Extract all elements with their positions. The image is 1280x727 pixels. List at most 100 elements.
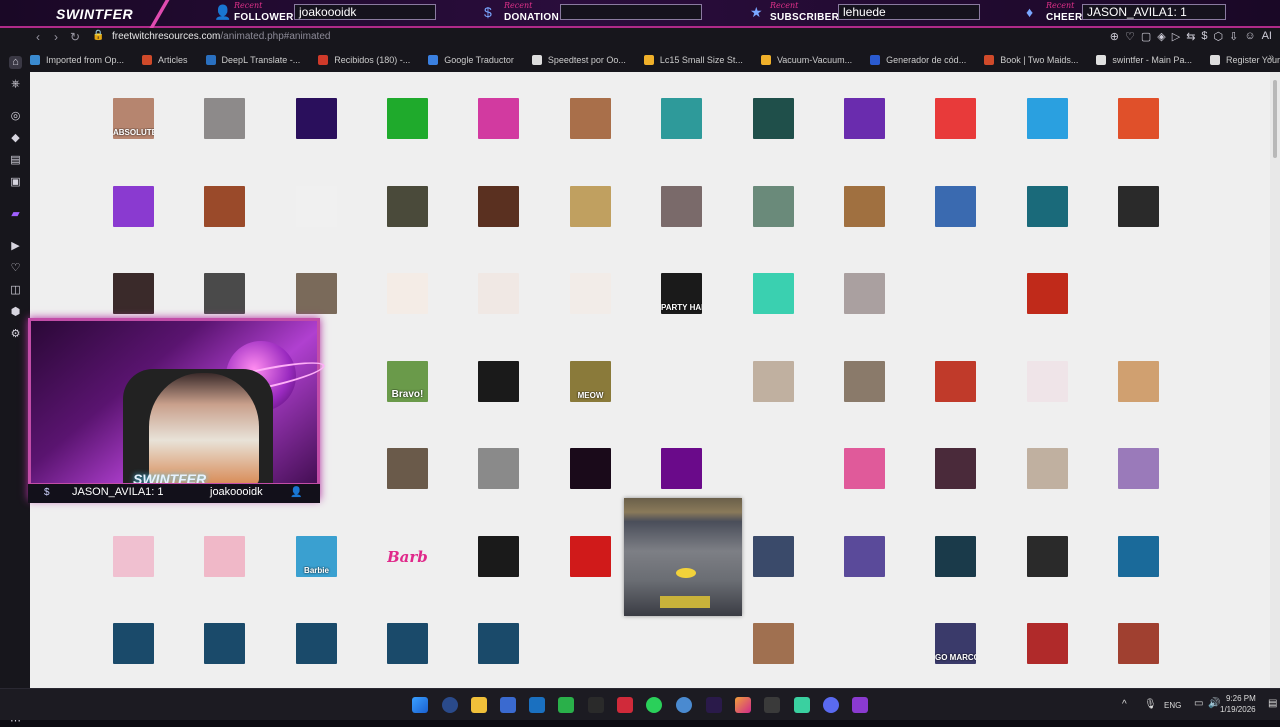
gif-animal-muppet[interactable] (1027, 273, 1068, 314)
gif-man-shout[interactable] (204, 186, 245, 227)
gif-woman-scream[interactable] (844, 361, 885, 402)
bookmark-icon[interactable]: ♡ (1125, 30, 1135, 43)
gif-batman-dark[interactable] (478, 536, 519, 577)
address-bar[interactable]: freetwitchresources.com/animated.php#ani… (112, 31, 330, 42)
home-icon[interactable]: ⌂ (9, 56, 22, 69)
gif-neo-5[interactable] (478, 623, 519, 664)
monitor-icon[interactable]: ▭ (1194, 698, 1203, 709)
gif-octopus[interactable] (1027, 186, 1068, 227)
gif-alf[interactable] (844, 186, 885, 227)
gif-green-spiral[interactable] (661, 98, 702, 139)
gif-batman-blue[interactable] (1118, 536, 1159, 577)
gif-laughing-bw[interactable] (1118, 186, 1159, 227)
bookmark-item[interactable]: Generador de cód... (870, 55, 966, 65)
gif-marilyn[interactable] (753, 273, 794, 314)
language-indicator[interactable]: ENG (1164, 701, 1181, 710)
gif-batman-70s[interactable] (753, 536, 794, 577)
gif-red-guy[interactable] (1027, 623, 1068, 664)
gif-man-dance[interactable] (296, 273, 337, 314)
clock-date[interactable]: 1/19/2026 (1220, 705, 1256, 714)
instagram-icon[interactable] (735, 697, 751, 713)
bookmark-item[interactable]: Vacuum-Vacuum... (760, 55, 852, 65)
twitter-icon[interactable]: ◆ (9, 132, 22, 145)
file-explorer-icon[interactable] (471, 697, 487, 713)
bookmark-item[interactable]: Articles (142, 55, 188, 65)
clock-time[interactable]: 9:26 PM (1226, 694, 1256, 703)
twitch-icon[interactable]: ▰ (9, 208, 22, 221)
gif-genie[interactable] (935, 186, 976, 227)
gif-neon-text[interactable] (570, 448, 611, 489)
bookmark-item[interactable]: Speedtest por Oo... (531, 55, 626, 65)
gif-fur-coat[interactable] (1027, 448, 1068, 489)
gif-lizard-3[interactable] (753, 623, 794, 664)
gif-purple-orb[interactable] (661, 448, 702, 489)
scrollbar-thumb[interactable] (1273, 80, 1277, 158)
gif-red-hair[interactable] (935, 361, 976, 402)
gif-kid-dance[interactable] (1118, 361, 1159, 402)
bookmark-item[interactable]: Book | Two Maids... (984, 55, 1078, 65)
gif-turtle[interactable] (844, 623, 885, 664)
microphone-icon[interactable]: 🎙 (1144, 699, 1157, 710)
gif-neo-1[interactable] (113, 623, 154, 664)
gif-woman-blonde[interactable] (844, 273, 885, 314)
gif-man-glasses[interactable] (204, 98, 245, 139)
gif-man-surprised[interactable] (1118, 623, 1159, 664)
gif-pink-mandala[interactable] (478, 98, 519, 139)
gif-woman-hair[interactable] (387, 273, 428, 314)
gif-barbie-1[interactable] (113, 536, 154, 577)
gif-woman-hands[interactable] (478, 273, 519, 314)
gif-absolutely[interactable]: ABSOLUTELY (113, 98, 154, 139)
discord-icon[interactable] (823, 697, 839, 713)
gif-avril[interactable] (753, 361, 794, 402)
gif-barbie-logo-blue[interactable]: Barbie (296, 536, 337, 577)
extensions-side-icon[interactable]: ⬢ (9, 306, 22, 319)
gif-purple-burst[interactable] (844, 98, 885, 139)
zoom-icon[interactable]: ⊕ (1110, 30, 1119, 43)
gx-control-icon[interactable]: ◎ (9, 110, 22, 123)
gamepad-icon[interactable]: ⎈ (9, 78, 22, 91)
page-scrollbar[interactable] (1270, 72, 1280, 688)
gif-arthur[interactable] (661, 361, 702, 402)
gif-barbie-2[interactable] (204, 536, 245, 577)
bookmark-item[interactable]: swintfer - Main Pa... (1096, 55, 1192, 65)
player-icon[interactable]: ▷ (1172, 30, 1180, 43)
profile-icon[interactable]: ☺ (1244, 30, 1255, 43)
obs-icon[interactable] (764, 697, 780, 713)
gif-lizard-2[interactable] (661, 623, 702, 664)
favorites-icon[interactable]: ♡ (9, 262, 22, 275)
gif-purple-crystals[interactable] (113, 186, 154, 227)
gif-pink-party[interactable] (844, 448, 885, 489)
gif-neo-2[interactable] (204, 623, 245, 664)
gif-woman-wave[interactable] (1027, 361, 1068, 402)
news-icon[interactable]: ▤ (9, 154, 22, 167)
back-icon[interactable]: ‹ (36, 30, 40, 44)
excel-icon[interactable] (558, 697, 574, 713)
app-icon[interactable] (794, 697, 810, 713)
bookmark-item[interactable]: Google Traductor (428, 55, 514, 65)
store-icon[interactable] (500, 697, 516, 713)
bookmarks-more-icon[interactable]: » (1268, 52, 1274, 63)
gif-brown-mandala[interactable] (570, 98, 611, 139)
gif-cat-bravo[interactable]: Bravo! (387, 361, 428, 402)
gif-man-suit[interactable] (204, 273, 245, 314)
bookmark-item[interactable]: Imported from Op... (30, 55, 124, 65)
gif-man-portrait[interactable] (113, 273, 154, 314)
notifications-icon[interactable]: ▤ (1268, 698, 1277, 709)
gif-orange-tunnel[interactable] (1118, 98, 1159, 139)
gif-rainbow-rings[interactable] (935, 98, 976, 139)
gif-old-lady[interactable] (387, 448, 428, 489)
gif-batman-purple[interactable] (844, 536, 885, 577)
gif-batman-red[interactable] (570, 536, 611, 577)
gif-woman-blue[interactable] (1118, 448, 1159, 489)
gif-old-man-hat[interactable] (387, 186, 428, 227)
gif-woman-smile[interactable] (753, 186, 794, 227)
wallet-icon[interactable]: $ (1201, 30, 1207, 43)
browser-icon[interactable] (676, 697, 692, 713)
download-icon[interactable]: ⇩ (1229, 30, 1238, 43)
capcut-icon[interactable] (588, 697, 604, 713)
bookmark-item[interactable]: Recibidos (180) -... (318, 55, 410, 65)
gif-dark-spiral[interactable] (753, 98, 794, 139)
search-icon[interactable] (442, 697, 458, 713)
gif-curly-hair[interactable] (935, 448, 976, 489)
reload-icon[interactable]: ↻ (70, 30, 80, 44)
